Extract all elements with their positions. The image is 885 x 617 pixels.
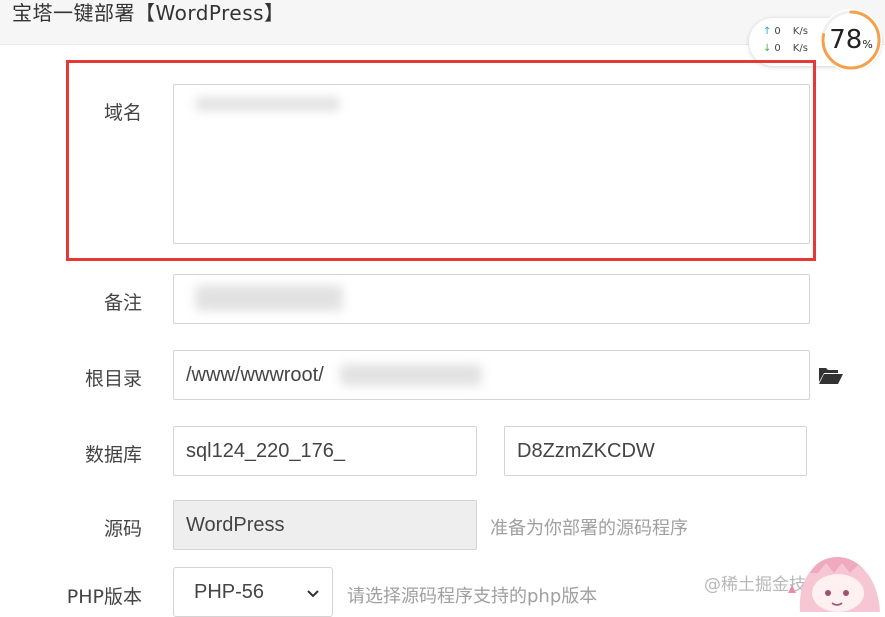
memory-gauge[interactable]: 78% (819, 8, 883, 72)
php-version-select[interactable]: PHP-56 (173, 567, 333, 617)
root-path-input[interactable]: /www/wwwroot/ (173, 350, 810, 400)
window-title: 宝塔一键部署【WordPress】 (12, 1, 285, 25)
redacted-note (195, 285, 343, 311)
db-password-input[interactable]: D8ZzmZKCDW (504, 426, 807, 476)
anime-mascot-image (788, 556, 880, 612)
source-label: 源码 (103, 518, 142, 540)
folder-open-icon[interactable] (818, 364, 844, 386)
arrow-down-icon: ↓ (763, 43, 772, 54)
note-label: 备注 (103, 292, 142, 314)
db-name-input[interactable]: sql124_220_176_ (173, 426, 477, 476)
gauge-value: 78% (829, 25, 873, 55)
chevron-down-icon (307, 590, 319, 598)
source-input: WordPress (173, 500, 477, 550)
redacted-path (340, 364, 482, 386)
php-label: PHP版本 (66, 586, 142, 608)
php-hint: 请选择源码程序支持的php版本 (347, 586, 598, 607)
download-speed: ↓ 0 K/s (763, 43, 808, 54)
database-label: 数据库 (84, 444, 142, 466)
root-label: 根目录 (84, 368, 142, 390)
source-hint: 准备为你部署的源码程序 (490, 518, 688, 539)
domain-label: 域名 (103, 102, 142, 124)
upload-speed: ↑ 0 K/s (763, 26, 808, 37)
redacted-domain (195, 97, 340, 111)
arrow-up-icon: ↑ (763, 26, 772, 37)
